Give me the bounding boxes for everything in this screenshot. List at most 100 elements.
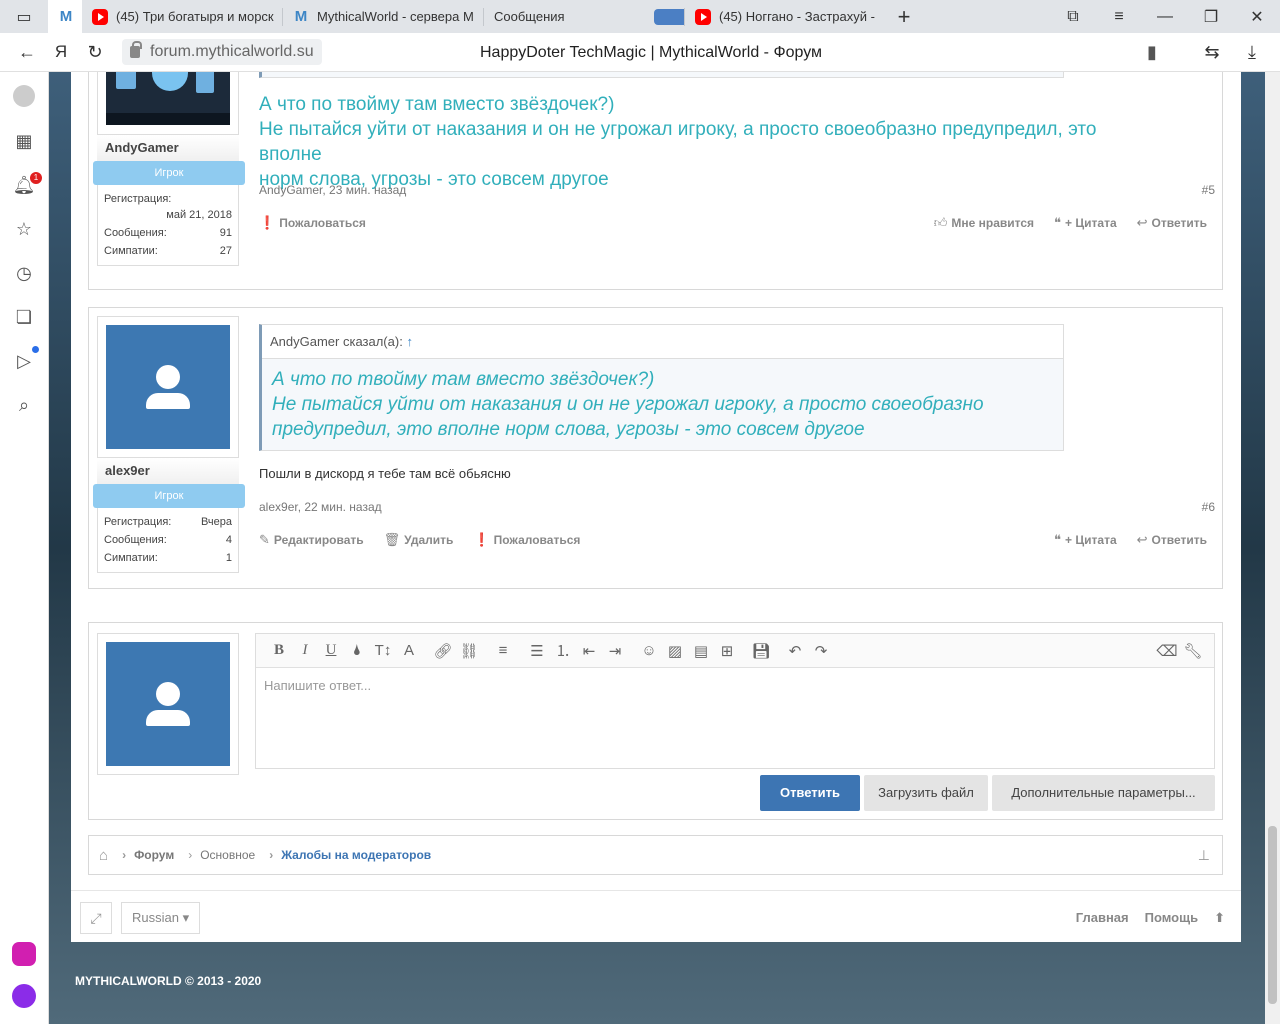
profile-icon[interactable]: [12, 84, 36, 108]
star-icon[interactable]: ☆: [12, 217, 36, 241]
text-color-icon[interactable]: 🌢︎: [344, 639, 370, 663]
apps-grid-icon[interactable]: ▦: [12, 129, 36, 153]
quote-body: А что по твойму там вместо звёздочек?) Н…: [272, 369, 984, 440]
reply-editor: B I U 🌢︎ T↕ A 🔗︎ ⛓ ≡ ☰ ⒈ ⇤ ⇥ ☺ ▨ ▤ ⊞ 💾︎ …: [255, 633, 1215, 769]
text-size-icon[interactable]: T↕: [370, 639, 396, 663]
scrollbar-thumb[interactable]: [1268, 826, 1277, 1004]
report-button[interactable]: ❗ Пожаловаться: [473, 532, 580, 548]
redo-icon[interactable]: ↷: [808, 639, 834, 663]
undo-icon[interactable]: ↶: [782, 639, 808, 663]
tab-current[interactable]: M: [48, 0, 82, 33]
bullet-list-icon[interactable]: ☰: [524, 639, 550, 663]
messages-favicon-icon: [654, 8, 684, 25]
yandex-logo-icon[interactable]: Я: [44, 33, 78, 72]
home-icon[interactable]: ⌂: [99, 847, 108, 864]
edit-button[interactable]: ✎ Редактировать: [259, 532, 364, 548]
video-dot: [32, 346, 39, 353]
reply-button[interactable]: ↩ Ответить: [1137, 215, 1207, 231]
upload-file-button[interactable]: Загрузить файл: [864, 775, 988, 811]
language-select[interactable]: Russian ▾: [121, 902, 200, 934]
reply-input[interactable]: Напишите ответ...: [256, 668, 1214, 703]
message-body: А что по твойму там вместо звёздочек?) Н…: [259, 94, 1097, 190]
pencil-icon: ✎: [259, 532, 270, 547]
messenger-icon[interactable]: [12, 942, 36, 966]
breadcrumb-item[interactable]: › Форум: [108, 848, 174, 862]
submit-reply-button[interactable]: Ответить: [760, 775, 860, 811]
breadcrumb: ⌂ › Форум › Основное › Жалобы на модераторо…: [88, 835, 1223, 875]
address-bar: ← Я ↻ forum.mythicalworld.su HappyDoter …: [0, 33, 1280, 72]
page-title: HappyDoter TechMagic | MythicalWorld - Ф…: [480, 44, 823, 61]
tab-messages[interactable]: Сообщения: [484, 0, 684, 33]
save-draft-icon[interactable]: 💾︎: [748, 639, 774, 663]
trash-icon: 🗑︎: [383, 532, 401, 547]
media-icon[interactable]: ▤: [688, 639, 714, 663]
warning-icon: ❗: [473, 532, 490, 547]
tab-youtube-2[interactable]: (45) Ноггано - Застрахуй -: [685, 0, 885, 33]
breadcrumb-item-current[interactable]: › Жалобы на модераторов: [255, 848, 431, 862]
delete-button[interactable]: 🗑︎ Удалить: [384, 532, 454, 548]
help-link[interactable]: Помощь: [1145, 902, 1198, 934]
quote-block: AndyGamer сказал(а): ↑ А что по твойму т…: [259, 324, 1064, 451]
minimize-icon[interactable]: —: [1142, 0, 1188, 33]
smilie-icon[interactable]: ☺: [636, 639, 662, 663]
post-author-time[interactable]: AndyGamer, 23 мин. назад: [259, 183, 406, 197]
indent-icon[interactable]: ⇥: [602, 639, 628, 663]
align-icon[interactable]: ≡: [490, 639, 516, 663]
sidebar-toggle-icon[interactable]: ▭: [0, 0, 48, 33]
alice-icon[interactable]: [12, 984, 36, 1008]
insert-icon[interactable]: ⊞: [714, 639, 740, 663]
quote-button[interactable]: ❝ + Цитата: [1054, 532, 1117, 548]
image-icon[interactable]: ▨: [662, 639, 688, 663]
video-icon[interactable]: ▷: [12, 349, 36, 373]
report-button[interactable]: ❗ Пожаловаться: [259, 215, 366, 231]
user-stats: Регистрация: Вчера Сообщения: 4 Симпатии: 1: [97, 508, 239, 573]
underline-icon[interactable]: U: [318, 639, 344, 663]
close-icon[interactable]: ✕: [1234, 0, 1280, 33]
url-field[interactable]: forum.mythicalworld.su: [122, 39, 322, 65]
jump-to-quote-icon[interactable]: ↑: [406, 334, 413, 349]
font-family-icon[interactable]: A: [396, 639, 422, 663]
outdent-icon[interactable]: ⇤: [576, 639, 602, 663]
history-icon[interactable]: ◷: [12, 261, 36, 285]
avatar[interactable]: [97, 72, 239, 135]
scroll-top-icon[interactable]: ⬆: [1214, 902, 1225, 934]
back-arrow-icon[interactable]: ←: [10, 33, 44, 72]
reload-icon[interactable]: ↻: [78, 33, 112, 72]
bookmark-icon[interactable]: ▮: [1135, 33, 1169, 72]
link-icon[interactable]: 🔗︎: [430, 639, 456, 663]
more-options-button[interactable]: Дополнительные параметры...: [992, 775, 1215, 811]
eraser-icon[interactable]: ⌫: [1154, 639, 1180, 663]
post-author-time[interactable]: alex9er, 22 мин. назад: [259, 500, 382, 514]
avatar[interactable]: [97, 316, 239, 458]
wrench-icon[interactable]: 🔧︎: [1180, 639, 1206, 663]
post-number[interactable]: #6: [1202, 500, 1215, 514]
translate-icon[interactable]: ⇆: [1195, 33, 1229, 72]
unlink-icon[interactable]: ⛓: [456, 639, 482, 663]
quote-tail: [259, 72, 1064, 78]
username[interactable]: alex9er: [97, 458, 239, 484]
bold-icon[interactable]: B: [266, 639, 292, 663]
italic-icon[interactable]: I: [292, 639, 318, 663]
menu-icon[interactable]: ≡: [1096, 0, 1142, 33]
lock-icon: [130, 41, 142, 58]
quote-button[interactable]: ❝ + Цитата: [1054, 215, 1117, 231]
warning-icon: ❗: [259, 215, 276, 230]
search-page-icon[interactable]: ⌕: [12, 393, 36, 417]
post-actions: ✎ Редактировать 🗑︎ Удалить ❗ Пожаловаться ❝…: [259, 532, 1207, 548]
new-tab-icon[interactable]: +: [889, 0, 919, 33]
restore-icon[interactable]: ❐: [1188, 0, 1234, 33]
download-icon[interactable]: ⤓: [1235, 33, 1269, 72]
like-button[interactable]: 👍︎ Мне нравится: [934, 215, 1034, 231]
tab-youtube-1[interactable]: (45) Три богатыря и морск: [82, 0, 282, 33]
home-link[interactable]: Главная: [1076, 902, 1129, 934]
breadcrumb-item[interactable]: › Основное: [174, 848, 255, 862]
reply-button[interactable]: ↩ Ответить: [1137, 532, 1207, 548]
numbered-list-icon[interactable]: ⒈: [550, 639, 576, 663]
sitemap-icon[interactable]: ⊥: [1198, 847, 1210, 864]
bookmarks-icon[interactable]: ⧉: [1050, 0, 1096, 33]
expand-icon[interactable]: ⤢: [80, 902, 112, 934]
collections-icon[interactable]: ❏: [12, 305, 36, 329]
tab-mythicalworld[interactable]: M MythicalWorld - сервера М: [283, 0, 483, 33]
username[interactable]: AndyGamer: [97, 135, 239, 161]
post-number[interactable]: #5: [1202, 183, 1215, 197]
